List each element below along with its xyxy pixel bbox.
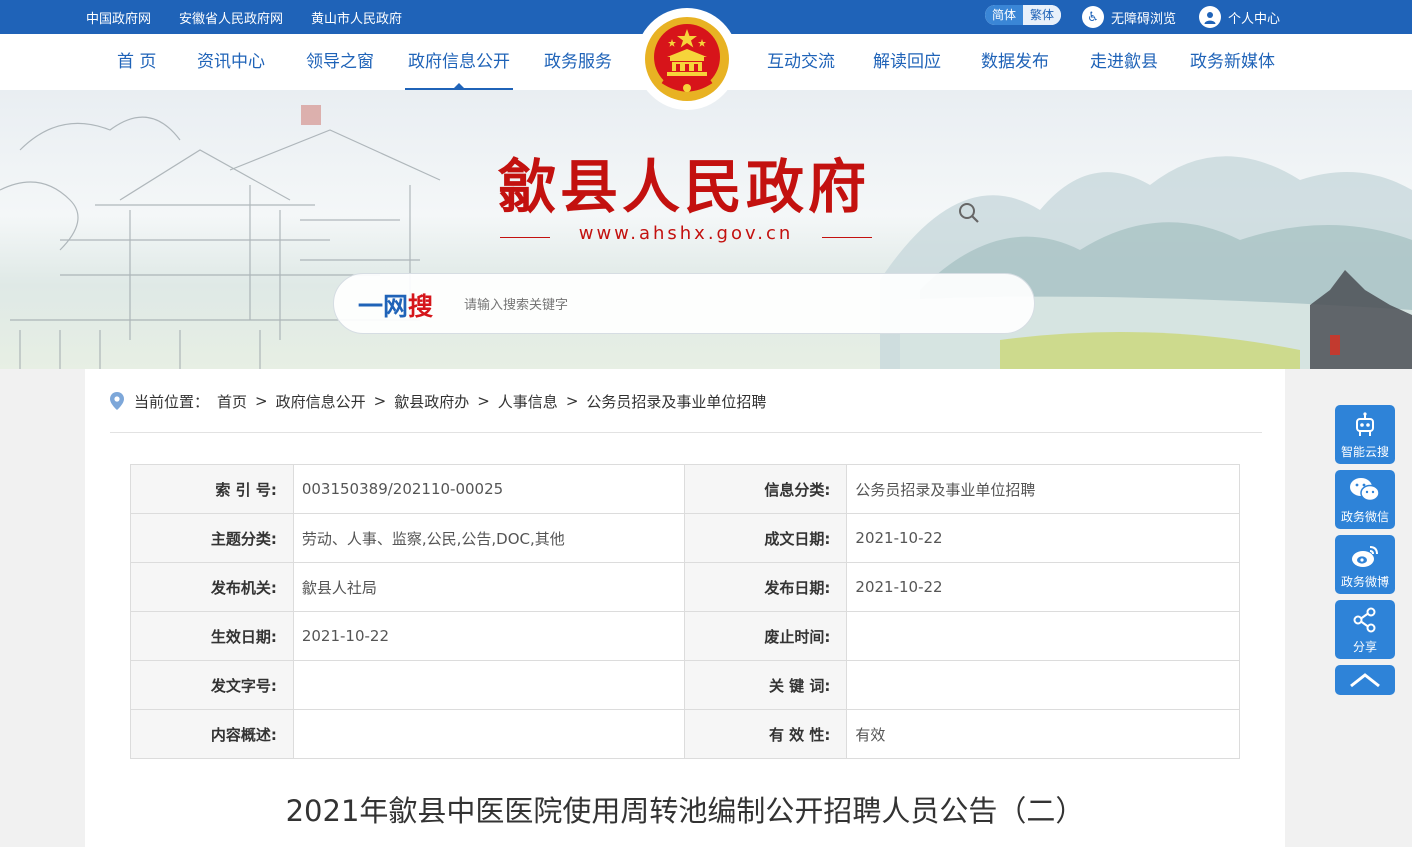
breadcrumb-home[interactable]: 首页	[217, 391, 247, 412]
link-china-gov[interactable]: 中国政府网	[86, 8, 151, 27]
lang-traditional-button[interactable]: 繁体	[1023, 5, 1062, 25]
written-date-value: 2021-10-22	[846, 513, 1240, 563]
nav-gov-services[interactable]: 政务服务	[544, 34, 612, 90]
search-icon	[959, 203, 979, 223]
info-metadata-table: 索 引 号: 003150389/202110-00025 信息分类: 公务员招…	[130, 464, 1240, 759]
keywords-value	[846, 660, 1240, 710]
share-label: 分享	[1352, 640, 1377, 654]
nav-data-release[interactable]: 数据发布	[981, 34, 1049, 90]
nav-home[interactable]: 首 页	[117, 34, 156, 90]
written-date-label: 成文日期:	[683, 513, 848, 563]
user-center-label: 个人中心	[1228, 11, 1281, 27]
language-switch: 简体 繁体	[985, 5, 1062, 25]
share-icon	[1335, 600, 1395, 634]
wechat-icon	[1335, 470, 1395, 504]
smart-search-button[interactable]: 智能云搜	[1335, 405, 1395, 464]
wheelchair-icon: ♿	[1082, 6, 1104, 28]
index-number-label: 索 引 号:	[130, 464, 294, 514]
top-links: 中国政府网 安徽省人民政府网 黄山市人民政府	[86, 0, 430, 34]
publish-date-value: 2021-10-22	[846, 562, 1240, 612]
weibo-button[interactable]: 政务微博	[1335, 535, 1395, 594]
article-title: 2021年歙县中医医院使用周转池编制公开招聘人员公告（二）	[285, 794, 1085, 828]
location-pin-icon	[110, 392, 124, 410]
user-center-button[interactable]: 个人中心	[1199, 0, 1280, 34]
breadcrumb-recruitment[interactable]: 公务员招录及事业单位招聘	[586, 391, 766, 412]
breadcrumb-separator: >	[255, 392, 268, 410]
breadcrumb-county-office[interactable]: 歙县政府办	[394, 391, 469, 412]
smart-search-label: 智能云搜	[1340, 445, 1389, 459]
table-row: 内容概述: 有 效 性: 有效	[130, 709, 1240, 759]
nav-gov-info-disclosure[interactable]: 政府信息公开	[405, 34, 513, 90]
link-anhui-gov[interactable]: 安徽省人民政府网	[179, 8, 283, 27]
lang-simplified-button[interactable]: 简体	[985, 5, 1024, 25]
national-emblem-icon	[636, 8, 738, 110]
summary-value	[292, 709, 685, 759]
site-url: www.ahshx.gov.cn	[500, 223, 872, 244]
effective-date-value: 2021-10-22	[292, 611, 685, 661]
weibo-label: 政务微博	[1340, 575, 1389, 589]
nav-about-county[interactable]: 走进歙县	[1090, 34, 1158, 90]
active-caret-icon	[452, 83, 466, 90]
nav-new-media[interactable]: 政务新媒体	[1190, 34, 1275, 90]
keywords-label: 关 键 词:	[683, 660, 848, 710]
breadcrumb-label: 当前位置：	[134, 392, 210, 411]
issuing-agency-value: 歙县人社局	[292, 562, 685, 612]
publish-date-label: 发布日期:	[683, 562, 848, 612]
validity-value: 有效	[846, 709, 1240, 759]
nav-interaction[interactable]: 互动交流	[767, 34, 835, 90]
validity-label: 有 效 性:	[683, 709, 848, 759]
breadcrumb-separator: >	[477, 392, 490, 410]
accessibility-label: 无障碍浏览	[1111, 11, 1177, 27]
search-input[interactable]	[464, 292, 964, 316]
table-row: 发文字号: 关 键 词:	[130, 660, 1240, 710]
nav-gov-info-disclosure-label: 政府信息公开	[408, 52, 510, 72]
back-to-top-button[interactable]	[1335, 665, 1395, 695]
nav-news-center[interactable]: 资讯中心	[197, 34, 265, 90]
table-row: 生效日期: 2021-10-22 废止时间:	[130, 611, 1240, 661]
table-row: 主题分类: 劳动、人事、监察,公民,公告,DOC,其他 成文日期: 2021-1…	[130, 513, 1240, 563]
accessibility-button[interactable]: ♿ 无障碍浏览	[1082, 0, 1176, 34]
document-number-value	[292, 660, 685, 710]
search-box: 一网搜	[333, 273, 1035, 334]
effective-date-label: 生效日期:	[130, 611, 294, 661]
breadcrumb-separator: >	[373, 392, 387, 410]
search-brand-logo: 一网搜	[358, 287, 433, 323]
divider	[110, 432, 1262, 433]
breadcrumb-separator: >	[565, 392, 579, 410]
header-banner: 歙县人民政府 www.ahshx.gov.cn 一网搜	[0, 90, 1412, 369]
topic-category-value: 劳动、人事、监察,公民,公告,DOC,其他	[292, 513, 685, 563]
issuing-agency-label: 发布机关:	[130, 562, 294, 612]
table-row: 发布机关: 歙县人社局 发布日期: 2021-10-22	[130, 562, 1240, 612]
table-row: 索 引 号: 003150389/202110-00025 信息分类: 公务员招…	[130, 464, 1240, 514]
wechat-button[interactable]: 政务微信	[1335, 470, 1395, 529]
chevron-up-icon	[1350, 673, 1380, 688]
nav-leaders[interactable]: 领导之窗	[306, 34, 374, 90]
topic-category-label: 主题分类:	[130, 513, 294, 563]
search-brand-blue: 一网	[358, 292, 409, 321]
index-number-value: 003150389/202110-00025	[292, 464, 685, 514]
info-category-value: 公务员招录及事业单位招聘	[846, 464, 1240, 514]
search-button[interactable]	[954, 198, 984, 228]
link-huangshan-gov[interactable]: 黄山市人民政府	[311, 8, 402, 27]
wechat-label: 政务微信	[1340, 510, 1389, 524]
site-title: 歙县人民政府	[498, 153, 871, 221]
info-category-label: 信息分类:	[683, 464, 848, 514]
repeal-time-label: 废止时间:	[683, 611, 848, 661]
breadcrumb-personnel[interactable]: 人事信息	[498, 391, 558, 412]
breadcrumb: 当前位置： 首页 > 政府信息公开 > 歙县政府办 > 人事信息 > 公务员招录…	[110, 388, 774, 414]
breadcrumb-gov-info[interactable]: 政府信息公开	[276, 391, 366, 412]
weibo-icon	[1335, 535, 1395, 569]
user-icon	[1199, 6, 1221, 28]
nav-interpretation[interactable]: 解读回应	[873, 34, 941, 90]
summary-label: 内容概述:	[130, 709, 294, 759]
share-button[interactable]: 分享	[1335, 600, 1395, 659]
robot-icon	[1335, 405, 1395, 439]
search-brand-red: 搜	[408, 292, 434, 321]
repeal-time-value	[846, 611, 1240, 661]
document-number-label: 发文字号:	[130, 660, 294, 710]
